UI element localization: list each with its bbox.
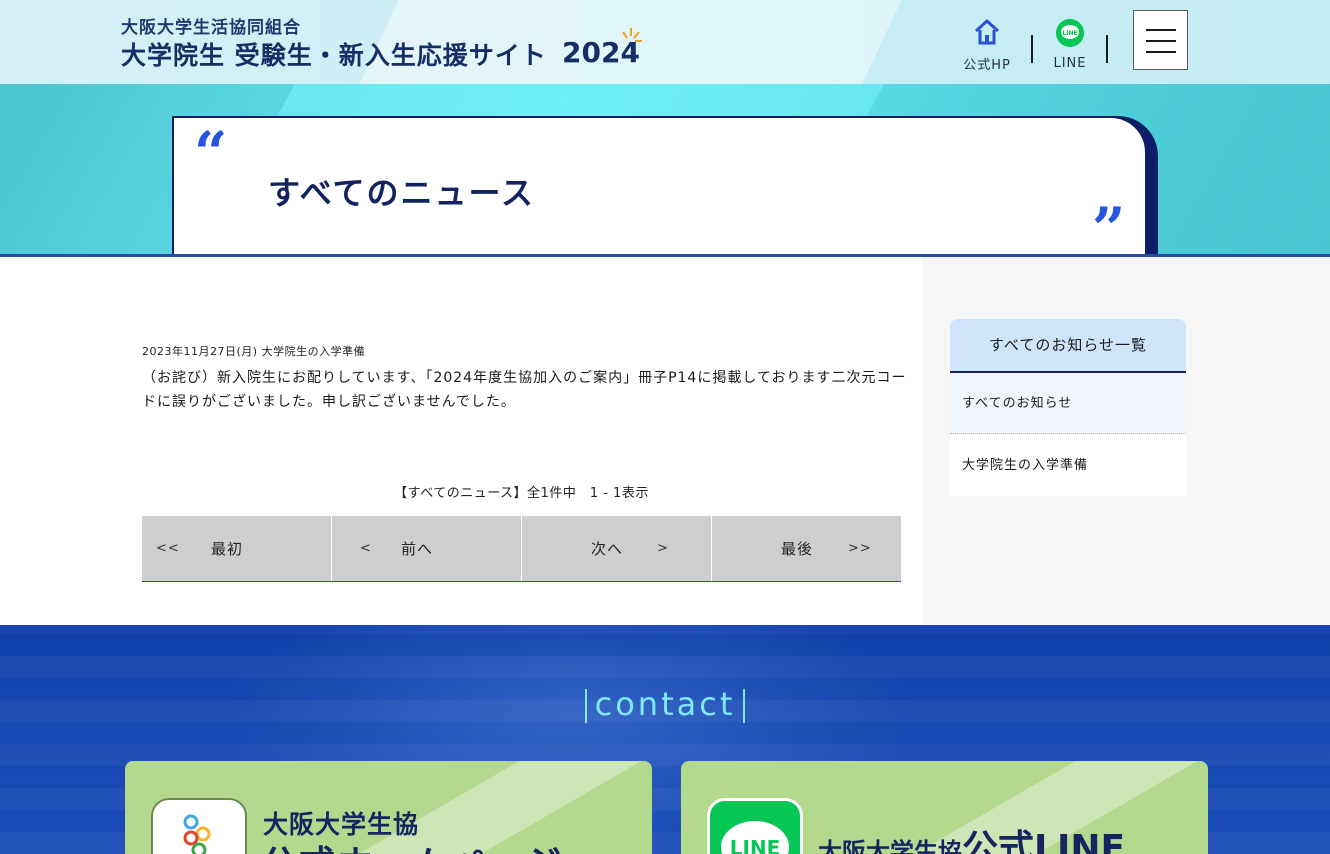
brand-site-name[interactable]: 大学院生 受験生・新入生応援サイト bbox=[121, 36, 547, 72]
pager-last-label: 最後 bbox=[781, 540, 814, 558]
coop-logo-icon bbox=[183, 814, 211, 854]
line-card-title-big: 公式LINE bbox=[962, 828, 1126, 854]
coop-homepage-card[interactable]: 大阪大学生協 公式ホームページ bbox=[125, 761, 652, 854]
line-app-icon: LINE bbox=[707, 798, 803, 854]
heading-bar bbox=[743, 689, 746, 723]
menu-bar bbox=[1146, 51, 1176, 53]
chevron-left-icon: < bbox=[360, 541, 372, 556]
menu-bar bbox=[1146, 29, 1176, 31]
line-icon: LINE bbox=[1056, 19, 1084, 47]
header-line-label: LINE bbox=[1053, 56, 1087, 71]
pager-first-button[interactable]: << 最初 bbox=[142, 516, 332, 581]
line-card-title-small: 大阪大学生協 bbox=[818, 838, 962, 854]
line-icon-text: LINE bbox=[730, 836, 781, 854]
double-chevron-right-icon: >> bbox=[848, 541, 872, 556]
header-divider bbox=[1031, 35, 1033, 63]
sidebar-heading: すべてのお知らせ一覧 bbox=[950, 319, 1186, 373]
line-app-icon: LINE bbox=[721, 821, 789, 854]
menu-bar bbox=[1146, 40, 1176, 42]
heading-bar bbox=[584, 689, 587, 723]
sparkle-icon bbox=[622, 28, 642, 42]
home-icon bbox=[974, 19, 1000, 45]
pager-prev-button[interactable]: < 前へ bbox=[332, 516, 522, 581]
contact-heading: contact bbox=[0, 685, 1330, 723]
header-line-link[interactable]: LINE LINE bbox=[1035, 18, 1105, 71]
hp-card-subtitle: 公式ホームページ bbox=[261, 835, 563, 854]
pager-prev-label: 前へ bbox=[401, 540, 434, 558]
header-divider bbox=[1106, 35, 1108, 63]
header-hp-label: 公式HP bbox=[963, 58, 1011, 73]
line-card-title: 大阪大学生協公式LINE bbox=[818, 819, 1125, 854]
open-quote-icon: “ bbox=[194, 119, 228, 187]
contact-heading-text: contact bbox=[594, 685, 736, 723]
result-count: 【すべてのニュース】全1件中 1 - 1表示 bbox=[394, 486, 649, 501]
sidebar-item-all-news[interactable]: すべてのお知らせ bbox=[950, 373, 1186, 434]
chevron-right-icon: > bbox=[657, 541, 669, 556]
header-hp-link[interactable]: 公式HP bbox=[952, 18, 1022, 73]
pager-first-label: 最初 bbox=[211, 540, 244, 558]
news-meta: 2023年11月27日(月) 大学院生の入学準備 bbox=[142, 345, 366, 358]
double-chevron-left-icon: << bbox=[156, 541, 180, 556]
line-official-card[interactable]: LINE 大阪大学生協公式LINE bbox=[681, 761, 1208, 854]
page-title: すべてのニュース bbox=[268, 174, 535, 212]
pager-next-label: 次へ bbox=[591, 540, 624, 558]
pagination: << 最初 < 前へ 次へ > 最後 >> bbox=[142, 516, 901, 582]
pager-next-button[interactable]: 次へ > bbox=[522, 516, 712, 581]
pager-last-button[interactable]: 最後 >> bbox=[712, 516, 901, 581]
coop-logo-icon bbox=[151, 798, 247, 854]
hamburger-menu-button[interactable] bbox=[1133, 10, 1188, 70]
close-quote-icon: ” bbox=[1092, 195, 1126, 263]
svg-text:LINE: LINE bbox=[1062, 30, 1077, 37]
news-item-link[interactable]: （お詫び）新入院生にお配りしています、「2024年度生協加入のご案内」冊子P14… bbox=[142, 366, 912, 414]
brand-coop-name[interactable]: 大阪大学生活協同組合 bbox=[121, 13, 301, 38]
sidebar-item-admission-prep[interactable]: 大学院生の入学準備 bbox=[950, 435, 1186, 496]
